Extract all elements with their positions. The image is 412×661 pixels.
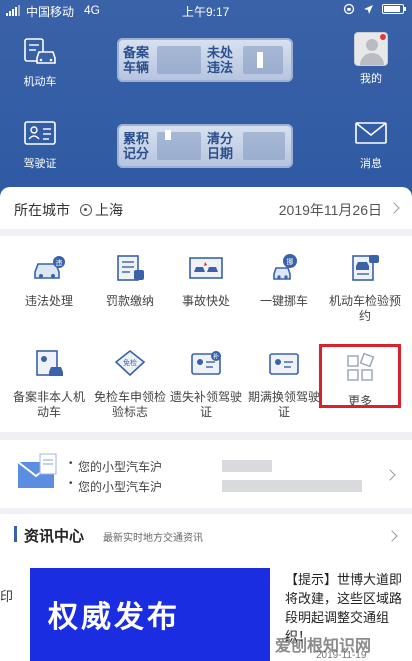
exempt-badge-icon: 免检 — [114, 349, 146, 377]
plate-mark — [165, 130, 171, 140]
previous-item-edge: 印 — [0, 589, 14, 604]
vehicle-button[interactable]: 机动车 — [10, 36, 70, 89]
service-label: 罚款缴纳 — [105, 294, 154, 308]
signal-icon — [6, 5, 20, 16]
rotation-lock-icon — [343, 3, 355, 15]
svg-text:挪: 挪 — [287, 257, 294, 266]
service-move-car[interactable]: 挪 一键挪车 — [243, 252, 325, 309]
news-title: 资讯中心 — [24, 528, 85, 545]
receipt-icon — [117, 255, 144, 281]
service-exempt-sticker[interactable]: 免检 免检车申领检验标志 — [89, 348, 171, 420]
chevron-right-icon[interactable] — [386, 530, 398, 542]
replace-license-icon: 补 — [191, 351, 221, 375]
message-button[interactable]: 消息 — [341, 118, 401, 171]
service-accident[interactable]: 事故快处 — [165, 252, 247, 309]
plate-vehicle-summary[interactable]: 备案车辆 未处违法 — [117, 38, 293, 82]
service-violation[interactable]: 违 违法处理 — [8, 252, 90, 309]
date-text: 2019年11月26日 — [278, 202, 382, 218]
highlight-frame — [319, 344, 401, 408]
move-car-icon: 挪 — [273, 254, 297, 280]
city-row[interactable]: 所在城市 上海 2019年11月26日 — [0, 187, 412, 229]
accident-icon — [189, 257, 223, 279]
accumulated-points-label: 累积记分 — [123, 131, 150, 161]
car-violation-icon: 违 — [34, 256, 65, 279]
svg-text:违: 违 — [56, 259, 63, 267]
avatar — [354, 32, 388, 66]
renew-license-icon — [269, 353, 299, 375]
location-icon — [80, 204, 92, 216]
redacted-value — [157, 46, 201, 74]
service-register-other-car[interactable]: 备案非本人机动车 — [8, 348, 90, 420]
registered-vehicle-label: 备案车辆 — [123, 45, 150, 75]
envelope-icon — [355, 122, 387, 144]
carrier: 中国移动 — [26, 5, 75, 19]
redacted-value — [157, 132, 201, 160]
me-label: 我的 — [360, 73, 382, 85]
service-renew-license[interactable]: 期满换领驾驶证 — [243, 348, 325, 420]
news-subtitle: 最新实时地方交通资讯 — [103, 533, 203, 544]
notification-dot — [380, 34, 386, 40]
clear-date-label: 清分日期 — [207, 131, 234, 161]
notification-line: 您的小型汽车沪 — [69, 458, 162, 475]
redacted-text — [222, 460, 272, 472]
city-selector[interactable]: 上海 — [80, 200, 123, 220]
clock: 上午9:17 — [182, 5, 230, 19]
inspection-icon — [352, 255, 379, 281]
notification-card[interactable]: 您的小型汽车沪 您的小型汽车沪 — [0, 440, 412, 508]
battery-icon — [382, 4, 406, 14]
car-doc-icon — [24, 38, 56, 64]
news-banner[interactable]: 权威发布 — [30, 568, 270, 661]
city-name: 上海 — [95, 202, 123, 218]
redacted-text — [222, 480, 362, 492]
service-fine-payment[interactable]: 罚款缴纳 — [89, 252, 171, 309]
status-bar: 中国移动 4G 上午9:17 — [0, 0, 412, 22]
me-button[interactable]: 我的 — [341, 32, 401, 86]
service-label: 一键挪车 — [259, 294, 308, 308]
mail-notification-icon — [17, 453, 57, 488]
location-arrow-icon — [364, 4, 373, 14]
svg-text:免检: 免检 — [123, 358, 137, 367]
service-inspection-booking[interactable]: 机动车检验预约 — [324, 252, 406, 324]
service-label: 备案非本人机动车 — [12, 390, 85, 419]
unhandled-violation-label: 未处违法 — [207, 45, 234, 75]
license-button[interactable]: 驾驶证 — [10, 118, 70, 171]
notification-line: 您的小型汽车沪 — [69, 478, 162, 495]
plate-mark — [257, 52, 263, 68]
service-label: 期满换领驾驶证 — [247, 390, 320, 419]
service-label: 遗失补领驾驶证 — [169, 390, 242, 419]
service-label: 违法处理 — [24, 294, 73, 308]
service-label: 免检车申领检验标志 — [93, 390, 166, 419]
service-label: 机动车检验预约 — [328, 294, 401, 323]
status-icons — [343, 3, 406, 15]
header: 中国移动 4G 上午9:17 机动车 驾驶证 我的 消息 备案车辆 未处违法 累… — [0, 0, 412, 196]
redacted-value — [243, 46, 283, 74]
register-car-icon — [36, 350, 63, 376]
chevron-right-icon — [384, 469, 396, 481]
license-card-icon — [24, 121, 56, 145]
network-type: 4G — [84, 3, 101, 17]
service-label: 事故快处 — [181, 294, 230, 308]
banner-text: 权威发布 — [48, 601, 180, 634]
chevron-right-icon — [388, 202, 400, 214]
vehicle-label: 机动车 — [23, 76, 57, 88]
plate-points-summary[interactable]: 累积记分 清分日期 — [117, 124, 293, 168]
watermark: 爱刨根知识网 — [275, 638, 372, 655]
license-label: 驾驶证 — [23, 158, 57, 170]
service-replace-lost-license[interactable]: 补 遗失补领驾驶证 — [165, 348, 247, 420]
message-label: 消息 — [360, 158, 382, 170]
redacted-value — [243, 132, 285, 160]
svg-text:补: 补 — [213, 353, 219, 361]
section-bar — [14, 526, 17, 542]
city-label: 所在城市 — [14, 202, 70, 218]
